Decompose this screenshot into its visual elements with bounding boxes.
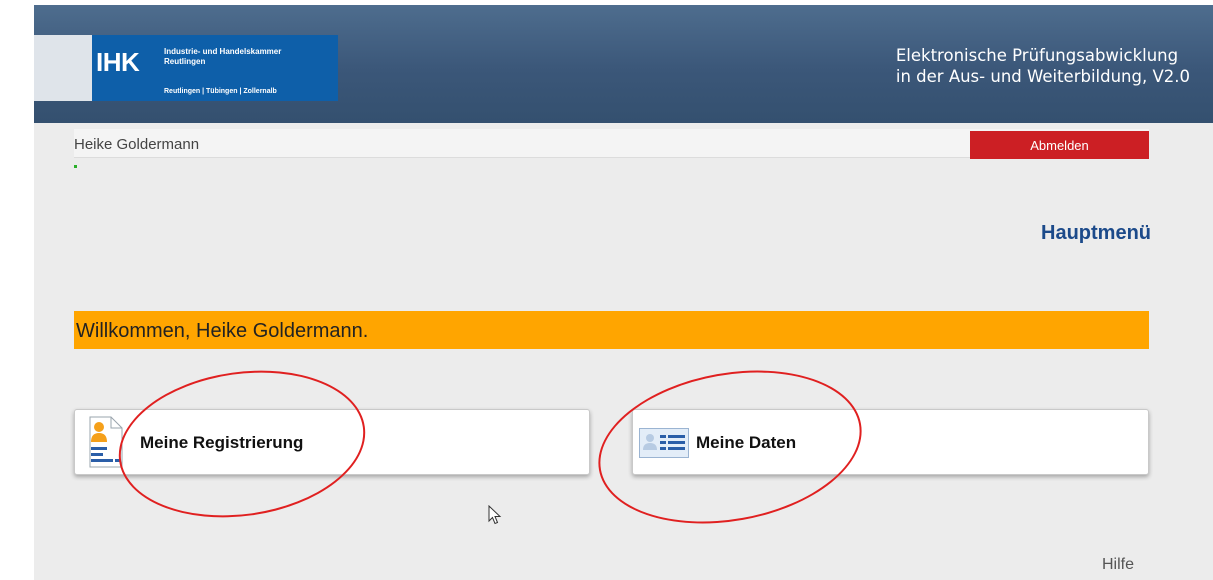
my-registration-button[interactable]: Meine Registrierung <box>74 409 590 475</box>
my-data-button[interactable]: Meine Daten <box>632 409 1149 475</box>
logo-org-name: Industrie- und Handelskammer Reutlingen <box>164 47 282 66</box>
welcome-banner: Willkommen, Heike Goldermann. <box>74 311 1149 349</box>
status-indicator <box>74 165 77 168</box>
help-link[interactable]: Hilfe <box>1102 556 1134 574</box>
ihk-logo[interactable]: IHK Industrie- und Handelskammer Reutlin… <box>34 35 338 101</box>
registration-document-icon <box>89 416 123 468</box>
app-frame: IHK Industrie- und Handelskammer Reutlin… <box>34 5 1213 580</box>
logout-button[interactable]: Abmelden <box>970 131 1149 159</box>
mouse-cursor-icon <box>488 505 502 525</box>
logo-cities: Reutlingen | Tübingen | Zollernalb <box>164 88 277 95</box>
header-bar: IHK Industrie- und Handelskammer Reutlin… <box>34 5 1213 123</box>
page-title: Hauptmenü <box>1041 222 1151 244</box>
my-registration-label: Meine Registrierung <box>140 433 304 452</box>
welcome-text: Willkommen, Heike Goldermann. <box>76 320 369 342</box>
personal-data-card-icon <box>639 428 689 458</box>
my-data-label: Meine Daten <box>696 433 797 452</box>
app-title: Elektronische Prüfungsabwicklung in der … <box>895 46 1190 86</box>
username: Heike Goldermann <box>74 136 200 153</box>
logo-abbr: IHK <box>96 47 140 77</box>
